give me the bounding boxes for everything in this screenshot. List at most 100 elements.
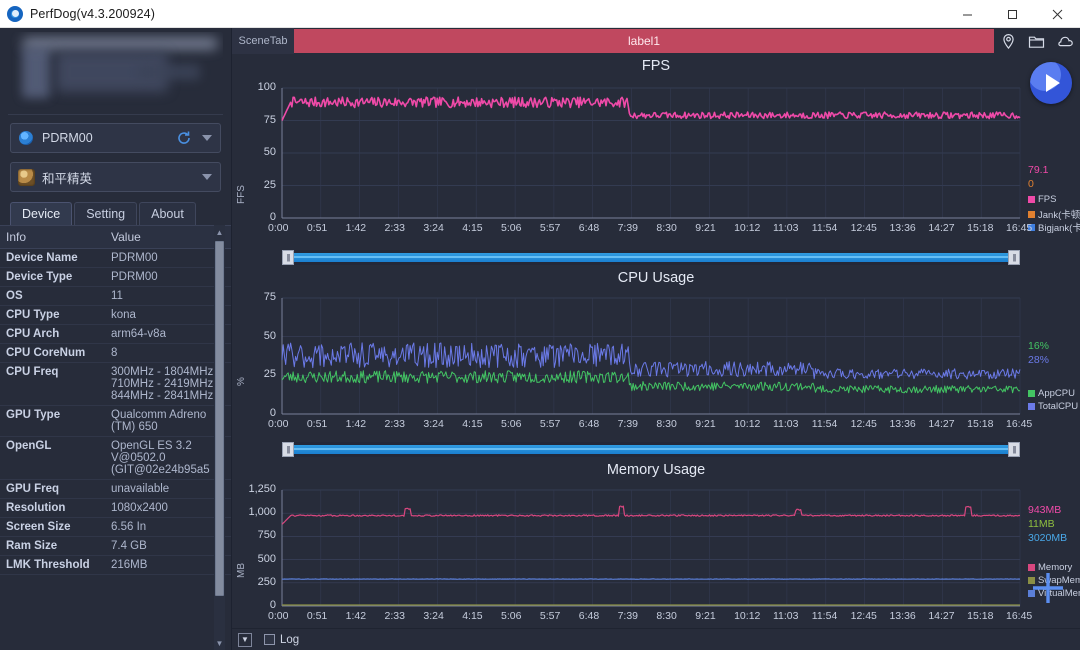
xtick-label: 11:54: [811, 222, 838, 234]
xtick-label: 1:42: [345, 610, 367, 622]
xtick-label: 11:03: [772, 418, 799, 430]
table-row[interactable]: Ram Size 7.4 GB: [0, 536, 231, 556]
range-grip-right[interactable]: |||: [1008, 250, 1020, 265]
chart-fps: FPS FFS 0255075100 79.10 FPSJank(卡顿次数)Bi…: [232, 54, 1080, 266]
range-grip-left[interactable]: |||: [282, 442, 294, 457]
close-button[interactable]: [1035, 0, 1080, 28]
ytick-label: 25: [263, 368, 276, 381]
ytick-label: 25: [263, 178, 276, 191]
expand-down-icon[interactable]: ▼: [238, 632, 252, 647]
table-row[interactable]: Resolution 1080x2400: [0, 498, 231, 518]
sidebar-scrollbar[interactable]: ▲ ▼: [214, 225, 225, 650]
device-dot-icon: [17, 129, 35, 147]
scroll-down-icon[interactable]: ▼: [214, 636, 225, 650]
range-grip-right[interactable]: |||: [1008, 442, 1020, 457]
legend-item[interactable]: Jank(卡顿次数): [1028, 207, 1080, 221]
chevron-down-icon[interactable]: [202, 174, 212, 180]
info-value: PDRM00: [105, 267, 231, 287]
info-key: Resolution: [0, 498, 105, 518]
table-row[interactable]: CPU Freq 300MHz - 1804MHz 710MHz - 2419MH…: [0, 362, 231, 406]
xtick-label: 12:45: [850, 418, 877, 430]
table-row[interactable]: GPU Freq unavailable: [0, 479, 231, 499]
app-select-value: 和平精英: [42, 171, 93, 186]
info-value: OpenGL ES 3.2 V@0502.0 (GIT@02e24b95a5: [105, 436, 231, 480]
legend-item[interactable]: AppCPU: [1028, 388, 1075, 399]
legend-item[interactable]: TotalCPU: [1028, 401, 1078, 412]
range-slider-cpu[interactable]: ||| |||: [282, 442, 1020, 457]
legend-label: Bigjank(卡顿次数): [1038, 223, 1080, 234]
xtick-label: 15:18: [967, 610, 994, 622]
table-row[interactable]: CPU Type kona: [0, 305, 231, 325]
tab-device[interactable]: Device: [10, 202, 73, 225]
xtick-label: 14:27: [928, 222, 955, 234]
refresh-icon[interactable]: [176, 130, 192, 146]
xtick-label: 1:42: [345, 418, 367, 430]
account-banner-blurred: [8, 32, 223, 110]
table-row[interactable]: CPU CoreNum 8: [0, 343, 231, 363]
legend-label: AppCPU: [1038, 388, 1075, 399]
add-chart-button[interactable]: [1028, 568, 1068, 608]
scene-bar: SceneTab label1: [232, 28, 1080, 54]
xtick-label: 5:57: [539, 418, 561, 430]
plot-fps: 0255075100 79.10 FPSJank(卡顿次数)Bigjank(卡顿…: [232, 76, 1080, 241]
device-select[interactable]: PDRM00: [10, 123, 221, 153]
minimize-button[interactable]: [945, 0, 990, 28]
table-row[interactable]: Screen Size 6.56 In: [0, 517, 231, 537]
xtick-label: 5:57: [539, 610, 561, 622]
info-value: Qualcomm Adreno (TM) 650: [105, 405, 231, 437]
table-row[interactable]: Device Name PDRM00: [0, 248, 231, 268]
xtick-label: 10:12: [734, 222, 761, 234]
log-checkbox[interactable]: [264, 634, 275, 645]
table-row[interactable]: Device Type PDRM00: [0, 267, 231, 287]
chevron-down-icon[interactable]: [202, 135, 212, 141]
xtick-label: 16:45: [1006, 418, 1033, 430]
xtick-label: 11:54: [811, 610, 838, 622]
info-value: 216MB: [105, 555, 231, 575]
device-select-value: PDRM00: [42, 131, 93, 145]
xtick-label: 1:42: [345, 222, 367, 234]
scene-tab-button[interactable]: SceneTab: [232, 28, 294, 54]
table-row[interactable]: OS 11: [0, 286, 231, 306]
table-row[interactable]: OpenGL OpenGL ES 3.2 V@0502.0 (GIT@02e24b…: [0, 436, 231, 480]
xtick-label: 9:21: [695, 418, 716, 430]
legend-item[interactable]: Bigjank(卡顿次数): [1028, 220, 1080, 234]
range-track[interactable]: [294, 253, 1008, 262]
range-grip-left[interactable]: |||: [282, 250, 294, 265]
legend-swatch: [1028, 210, 1035, 218]
maximize-button[interactable]: [990, 0, 1035, 28]
xtick-label: 9:21: [695, 222, 716, 234]
xtick-label: 4:15: [462, 418, 483, 430]
xtick-label: 4:15: [462, 222, 483, 234]
start-record-button[interactable]: [1030, 62, 1072, 104]
info-key: CPU Type: [0, 305, 105, 325]
app-select[interactable]: 和平精英: [10, 162, 221, 192]
table-row[interactable]: LMK Threshold 216MB: [0, 555, 231, 575]
ytick-label: 75: [263, 113, 276, 126]
range-slider-fps[interactable]: ||| |||: [282, 250, 1020, 265]
legend-item[interactable]: FPS: [1028, 194, 1056, 205]
info-value: 6.56 In: [105, 517, 231, 537]
legend-swatch: [1028, 196, 1035, 203]
info-key: GPU Type: [0, 405, 105, 437]
ytick-label: 1,250: [248, 483, 276, 495]
tab-setting[interactable]: Setting: [74, 202, 138, 225]
xtick-label: 0:00: [268, 222, 289, 234]
plot-svg-cpu: [281, 297, 1021, 415]
scrollbar-thumb[interactable]: [215, 241, 224, 596]
folder-icon[interactable]: [1028, 33, 1045, 50]
scene-label-band[interactable]: label1: [294, 29, 994, 53]
scroll-up-icon[interactable]: ▲: [214, 225, 225, 239]
location-pin-icon[interactable]: [1000, 33, 1017, 50]
info-value: unavailable: [105, 479, 231, 499]
xtick-label: 3:24: [423, 610, 444, 622]
xtick-label: 12:45: [850, 222, 877, 234]
tab-about[interactable]: About: [139, 202, 196, 225]
xtick-label: 13:36: [889, 222, 916, 234]
table-row[interactable]: CPU Arch arm64-v8a: [0, 324, 231, 344]
device-info-table: Info Value Device Name PDRM00 Device Type P…: [0, 225, 231, 575]
xtick-label: 13:36: [889, 418, 916, 430]
ytick-label: 1,000: [248, 506, 276, 519]
table-row[interactable]: GPU Type Qualcomm Adreno (TM) 650: [0, 405, 231, 437]
cloud-icon[interactable]: [1057, 33, 1074, 50]
range-track[interactable]: [294, 445, 1008, 454]
